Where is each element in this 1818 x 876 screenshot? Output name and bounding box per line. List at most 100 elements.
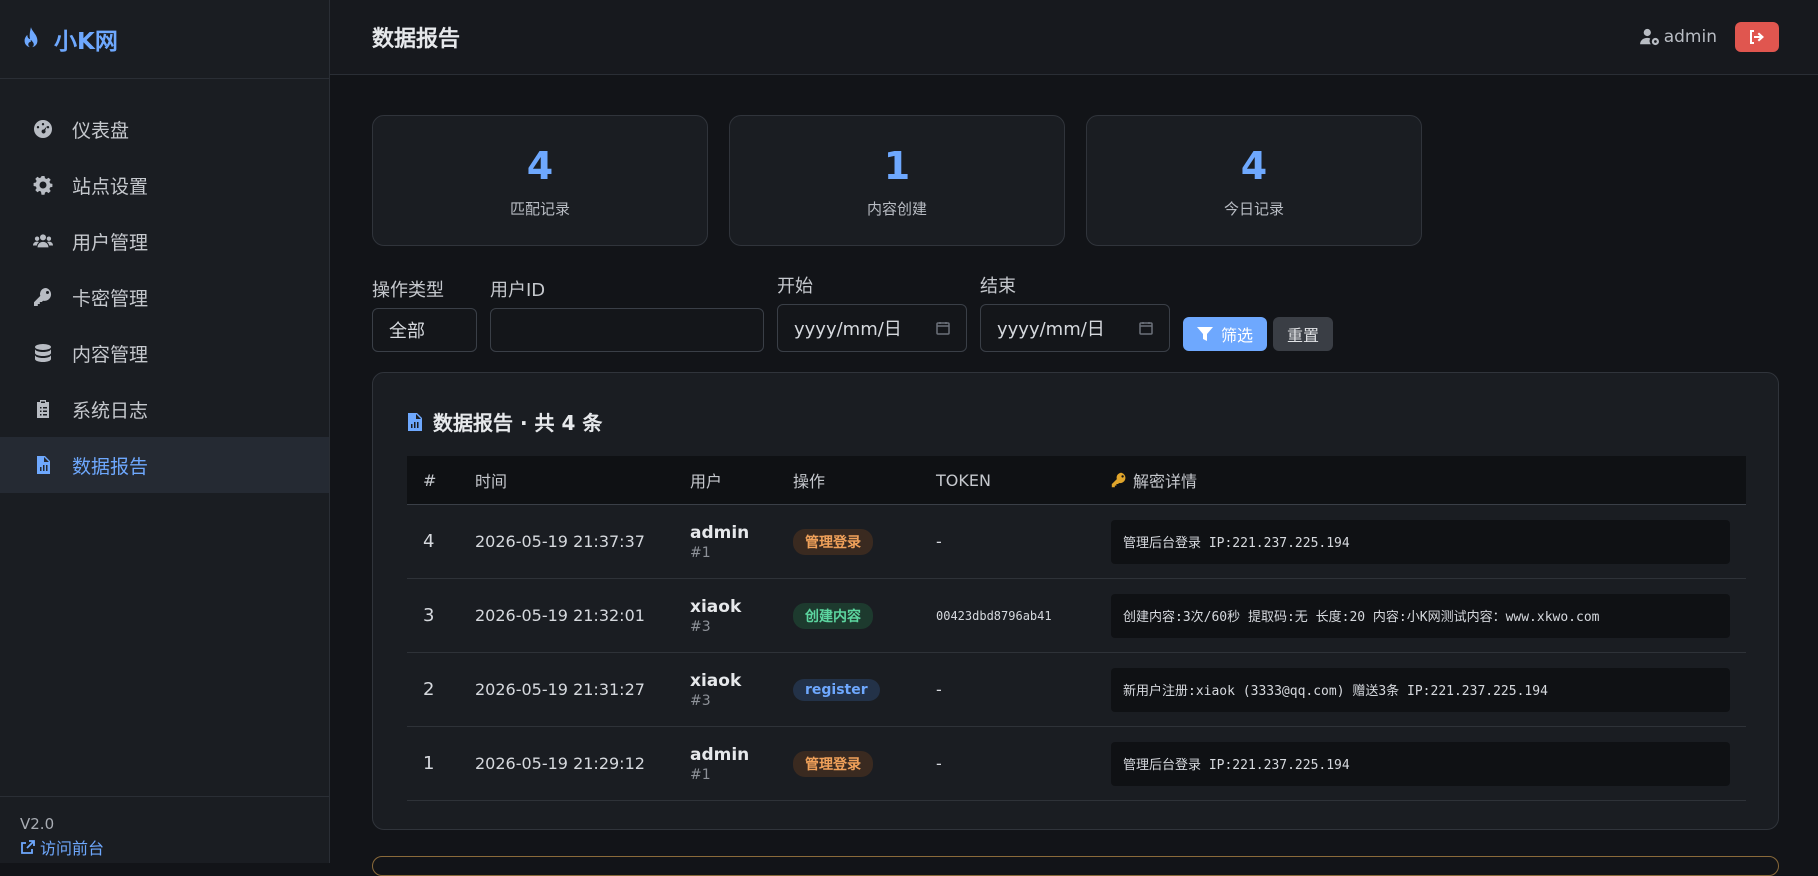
sidebar-item-label: 数据报告: [72, 455, 149, 478]
start-date-value: yyyy/mm/日: [794, 319, 902, 340]
sidebar-item-users[interactable]: 用户管理: [0, 213, 329, 269]
user-id-input[interactable]: [490, 308, 764, 352]
sign-out-icon: [1750, 30, 1764, 44]
col-header-action: 操作: [793, 472, 826, 491]
main-area: 数据报告 admin 4 匹配记录 1 内容创建 4 今日记录 操作类型 全部 …: [330, 0, 1818, 876]
cell-user: xiaok #3: [690, 671, 793, 709]
cell-token: -: [936, 754, 942, 773]
sidebar-footer: V2.0 访问前台: [0, 796, 329, 863]
end-date-value: yyyy/mm/日: [997, 319, 1105, 340]
col-header-detail-label: 解密详情: [1133, 472, 1198, 491]
cell-id: 1: [423, 753, 435, 774]
panel-title: 数据报告 · 共 4 条: [407, 407, 1744, 436]
action-badge: 管理登录: [793, 750, 873, 777]
sidebar-item-label: 用户管理: [72, 231, 149, 254]
sidebar-item-label: 仪表盘: [72, 119, 130, 142]
cell-detail: 创建内容:3次/60秒 提取码:无 长度:20 内容:小K网测试内容：www.x…: [1111, 593, 1746, 638]
stat-card-today: 4 今日记录: [1086, 115, 1422, 246]
visit-frontend-label: 访问前台: [40, 839, 105, 858]
funnel-icon: [1197, 327, 1213, 341]
stat-card-created: 1 内容创建: [729, 115, 1065, 246]
end-date-input[interactable]: yyyy/mm/日: [980, 304, 1170, 352]
table-row: 1 2026-05-19 21:29:12 admin #1 管理登录 - 管理…: [407, 727, 1746, 801]
user-id: #1: [690, 766, 711, 783]
filter-button-label: 筛选: [1221, 326, 1254, 345]
key-icon: [1111, 472, 1126, 488]
cell-user: admin #1: [690, 523, 793, 561]
user-name: admin: [690, 522, 750, 543]
filter-button[interactable]: 筛选: [1183, 317, 1268, 351]
sidebar-item-dashboard[interactable]: 仪表盘: [0, 101, 329, 157]
col-header-time: 时间: [475, 472, 508, 491]
action-badge: register: [793, 678, 880, 701]
sidebar-nav: 仪表盘 站点设置 用户管理 卡密管理 内容管理 系统日志 数据报告: [0, 79, 329, 493]
filter-bar: 操作类型 全部 用户ID 开始 yyyy/mm/日 结束 yyyy/mm/日 筛…: [372, 274, 1779, 352]
cell-time: 2026-05-19 21:32:01: [475, 606, 645, 625]
logout-button[interactable]: [1735, 22, 1779, 52]
cell-id: 4: [423, 531, 435, 552]
start-date-input[interactable]: yyyy/mm/日: [777, 304, 967, 352]
cell-time: 2026-05-19 21:37:37: [475, 532, 645, 551]
table-row: 4 2026-05-19 21:37:37 admin #1 管理登录 - 管理…: [407, 505, 1746, 579]
sidebar-item-label: 系统日志: [72, 399, 149, 422]
gear-icon: [32, 174, 54, 196]
detail-text: 管理后台登录 IP:221.237.225.194: [1111, 519, 1730, 564]
sidebar-item-label: 站点设置: [72, 175, 149, 198]
calendar-icon: [1139, 322, 1153, 335]
report-table: # 时间 用户 操作 TOKEN 解密详情 4 2026-05-19 21:37…: [407, 456, 1746, 801]
table-row: 3 2026-05-19 21:32:01 xiaok #3 创建内容 0042…: [407, 579, 1746, 653]
filter-uid-label: 用户ID: [490, 280, 546, 301]
table-header: # 时间 用户 操作 TOKEN 解密详情: [407, 456, 1746, 505]
database-icon: [32, 342, 54, 364]
col-header-id: #: [423, 470, 437, 490]
cell-token: -: [936, 680, 942, 699]
detail-text: 新用户注册:xiaok (3333@qq.com) 赠送3条 IP:221.23…: [1111, 667, 1730, 712]
sidebar-item-reports[interactable]: 数据报告: [0, 437, 329, 493]
topbar-right: admin: [1639, 22, 1779, 52]
cell-id: 2: [423, 679, 435, 700]
sidebar-item-site-settings[interactable]: 站点设置: [0, 157, 329, 213]
brand-logo[interactable]: 小K网: [0, 0, 329, 79]
version-label: V2.0: [20, 815, 55, 833]
cell-action: register: [793, 678, 936, 701]
report-panel: 数据报告 · 共 4 条 # 时间 用户 操作 TOKEN 解密详情 4 202…: [372, 372, 1779, 830]
table-row: 2 2026-05-19 21:31:27 xiaok #3 register …: [407, 653, 1746, 727]
col-header-user: 用户: [690, 472, 723, 491]
key-icon: [32, 286, 54, 308]
user-menu[interactable]: admin: [1639, 27, 1717, 47]
next-panel-edge: [372, 856, 1779, 876]
cell-action: 创建内容: [793, 602, 936, 629]
flame-icon: [24, 27, 38, 48]
user-name: admin: [690, 744, 750, 765]
cell-user: admin #1: [690, 745, 793, 783]
clipboard-icon: [32, 398, 54, 420]
sidebar-item-cards[interactable]: 卡密管理: [0, 269, 329, 325]
sidebar: 小K网 仪表盘 站点设置 用户管理 卡密管理 内容管理 系统日志 数据报告 V2…: [0, 0, 330, 863]
users-icon: [32, 230, 54, 252]
stat-label: 今日记录: [1223, 200, 1284, 218]
visit-frontend-link[interactable]: 访问前台: [20, 835, 329, 859]
cell-token: 00423dbd8796ab41: [936, 608, 1052, 623]
filter-end-group: 结束 yyyy/mm/日: [980, 272, 1170, 352]
stats-row: 4 匹配记录 1 内容创建 4 今日记录: [372, 115, 1779, 246]
reset-button[interactable]: 重置: [1273, 317, 1334, 351]
action-badge: 管理登录: [793, 528, 873, 555]
cell-action: 管理登录: [793, 750, 936, 777]
file-chart-icon: [32, 454, 54, 476]
sidebar-item-logs[interactable]: 系统日志: [0, 381, 329, 437]
cell-detail: 新用户注册:xiaok (3333@qq.com) 赠送3条 IP:221.23…: [1111, 667, 1746, 712]
cell-time: 2026-05-19 21:31:27: [475, 680, 645, 699]
user-gear-icon: [1639, 28, 1659, 46]
dashboard-icon: [32, 118, 54, 140]
sidebar-item-content[interactable]: 内容管理: [0, 325, 329, 381]
stat-label: 内容创建: [866, 200, 927, 218]
topbar: 数据报告 admin: [330, 0, 1818, 75]
filter-start-label: 开始: [777, 276, 813, 297]
username-label: admin: [1663, 27, 1717, 47]
stat-value: 4: [526, 144, 554, 188]
cell-id: 3: [423, 605, 435, 626]
detail-text: 创建内容:3次/60秒 提取码:无 长度:20 内容:小K网测试内容：www.x…: [1111, 593, 1730, 638]
operation-type-select[interactable]: 全部: [372, 308, 477, 352]
filter-end-label: 结束: [980, 276, 1016, 297]
col-header-detail: 解密详情: [1111, 468, 1746, 492]
